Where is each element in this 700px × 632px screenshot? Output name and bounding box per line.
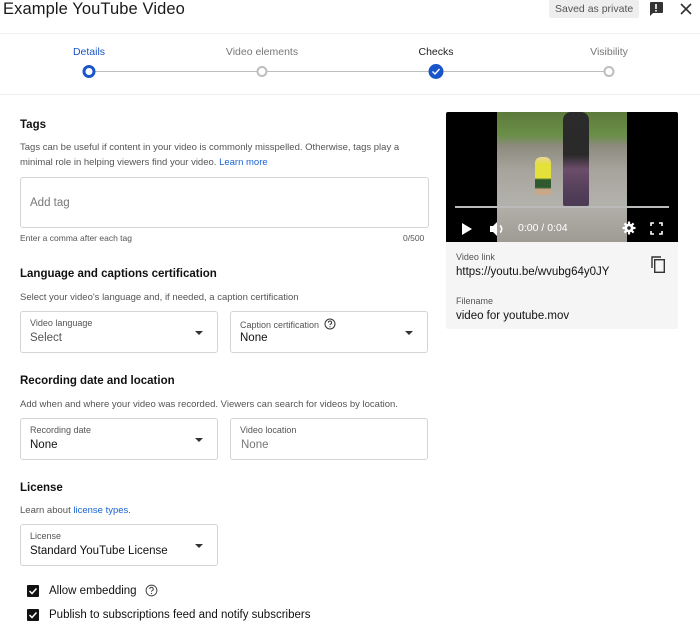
play-icon[interactable] bbox=[462, 223, 472, 235]
feedback-icon[interactable] bbox=[648, 1, 664, 17]
chevron-down-icon bbox=[195, 438, 203, 442]
help-icon[interactable] bbox=[145, 584, 158, 597]
chevron-down-icon bbox=[195, 331, 203, 335]
step-details-label[interactable]: Details bbox=[73, 46, 105, 58]
license-types-link[interactable]: license types bbox=[73, 505, 128, 516]
volume-icon[interactable] bbox=[490, 222, 506, 236]
publish-subscriptions-label: Publish to subscriptions feed and notify… bbox=[49, 609, 311, 621]
license-heading: License bbox=[20, 482, 63, 494]
video-location-placeholder: None bbox=[241, 439, 269, 451]
tags-heading: Tags bbox=[20, 119, 46, 131]
step-visibility-dot[interactable] bbox=[603, 66, 615, 77]
step-video-elements-dot[interactable] bbox=[256, 66, 268, 77]
step-checks-dot[interactable] bbox=[428, 64, 444, 79]
saved-status-badge: Saved as private bbox=[549, 0, 640, 18]
stepper-line bbox=[89, 71, 609, 72]
tags-placeholder: Add tag bbox=[30, 197, 70, 209]
publish-subscriptions-checkbox-row[interactable]: Publish to subscriptions feed and notify… bbox=[27, 609, 310, 621]
close-icon[interactable] bbox=[678, 1, 694, 17]
fullscreen-icon[interactable] bbox=[650, 222, 663, 235]
checkmark-icon bbox=[28, 611, 38, 619]
license-description-suffix: . bbox=[128, 505, 131, 516]
tags-hint: Enter a comma after each tag bbox=[20, 233, 132, 243]
license-value: Standard YouTube License bbox=[30, 545, 168, 557]
video-language-value: Select bbox=[30, 332, 62, 344]
help-icon[interactable] bbox=[324, 318, 336, 330]
tags-description-text: Tags can be useful if content in your vi… bbox=[20, 142, 400, 168]
filename-value: video for youtube.mov bbox=[456, 310, 570, 322]
chevron-down-icon bbox=[195, 544, 203, 548]
step-details-dot[interactable] bbox=[82, 65, 96, 78]
video-location-input[interactable]: Video location None bbox=[230, 418, 428, 460]
checkmark-icon bbox=[28, 587, 38, 595]
filename-label: Filename bbox=[456, 296, 494, 306]
video-frame-figure bbox=[535, 157, 551, 195]
license-description: Learn about license types. bbox=[20, 503, 420, 518]
caption-certification-label: Caption certification bbox=[240, 318, 336, 330]
copy-icon[interactable] bbox=[651, 256, 665, 273]
video-link-label: Video link bbox=[456, 252, 495, 262]
caption-certification-select[interactable]: Caption certification None bbox=[230, 311, 428, 353]
caption-certification-label-text: Caption certification bbox=[240, 320, 320, 330]
tags-input[interactable]: Add tag bbox=[20, 177, 429, 228]
check-icon bbox=[432, 68, 441, 76]
chevron-down-icon bbox=[405, 331, 413, 335]
video-link[interactable]: https://youtu.be/wvubg64y0JY bbox=[456, 266, 609, 278]
publish-subscriptions-checkbox[interactable] bbox=[27, 609, 39, 621]
step-visibility-label[interactable]: Visibility bbox=[590, 46, 628, 58]
dialog-header: Example YouTube Video Saved as private bbox=[0, 0, 700, 34]
video-player[interactable]: 0:00 / 0:04 bbox=[446, 112, 678, 242]
caption-certification-value: None bbox=[240, 332, 268, 344]
tags-char-count: 0/500 bbox=[403, 233, 425, 243]
license-description-text: Learn about bbox=[20, 505, 74, 516]
video-progress-bar[interactable] bbox=[455, 206, 669, 208]
allow-embedding-checkbox-row[interactable]: Allow embedding bbox=[27, 584, 158, 597]
video-language-label: Video language bbox=[30, 318, 93, 328]
video-controls: 0:00 / 0:04 bbox=[446, 215, 678, 242]
recording-date-label: Recording date bbox=[30, 425, 92, 435]
progress-stepper: Details Video elements Checks Visibility bbox=[0, 33, 700, 95]
license-label: License bbox=[30, 531, 62, 541]
allow-embedding-checkbox[interactable] bbox=[27, 584, 39, 597]
video-preview-card: 0:00 / 0:04 Video link https://youtu.be/… bbox=[446, 112, 678, 329]
license-select[interactable]: License Standard YouTube License bbox=[20, 524, 218, 566]
video-location-label: Video location bbox=[240, 425, 297, 435]
video-time: 0:00 / 0:04 bbox=[518, 222, 568, 234]
dialog-title: Example YouTube Video bbox=[3, 0, 185, 18]
recording-date-select[interactable]: Recording date None bbox=[20, 418, 218, 460]
video-language-select[interactable]: Video language Select bbox=[20, 311, 218, 353]
language-description: Select your video's language and, if nee… bbox=[20, 292, 299, 303]
step-video-elements-label[interactable]: Video elements bbox=[226, 46, 298, 58]
recording-date-value: None bbox=[30, 439, 58, 451]
learn-more-link[interactable]: Learn more bbox=[219, 157, 268, 168]
recording-description: Add when and where your video was record… bbox=[20, 399, 398, 410]
step-checks-label[interactable]: Checks bbox=[418, 46, 453, 58]
tags-description: Tags can be useful if content in your vi… bbox=[20, 140, 420, 170]
allow-embedding-label: Allow embedding bbox=[49, 584, 137, 597]
language-heading: Language and captions certification bbox=[20, 268, 217, 280]
recording-heading: Recording date and location bbox=[20, 375, 175, 387]
gear-icon[interactable] bbox=[622, 221, 636, 235]
video-frame-figure bbox=[563, 112, 589, 207]
